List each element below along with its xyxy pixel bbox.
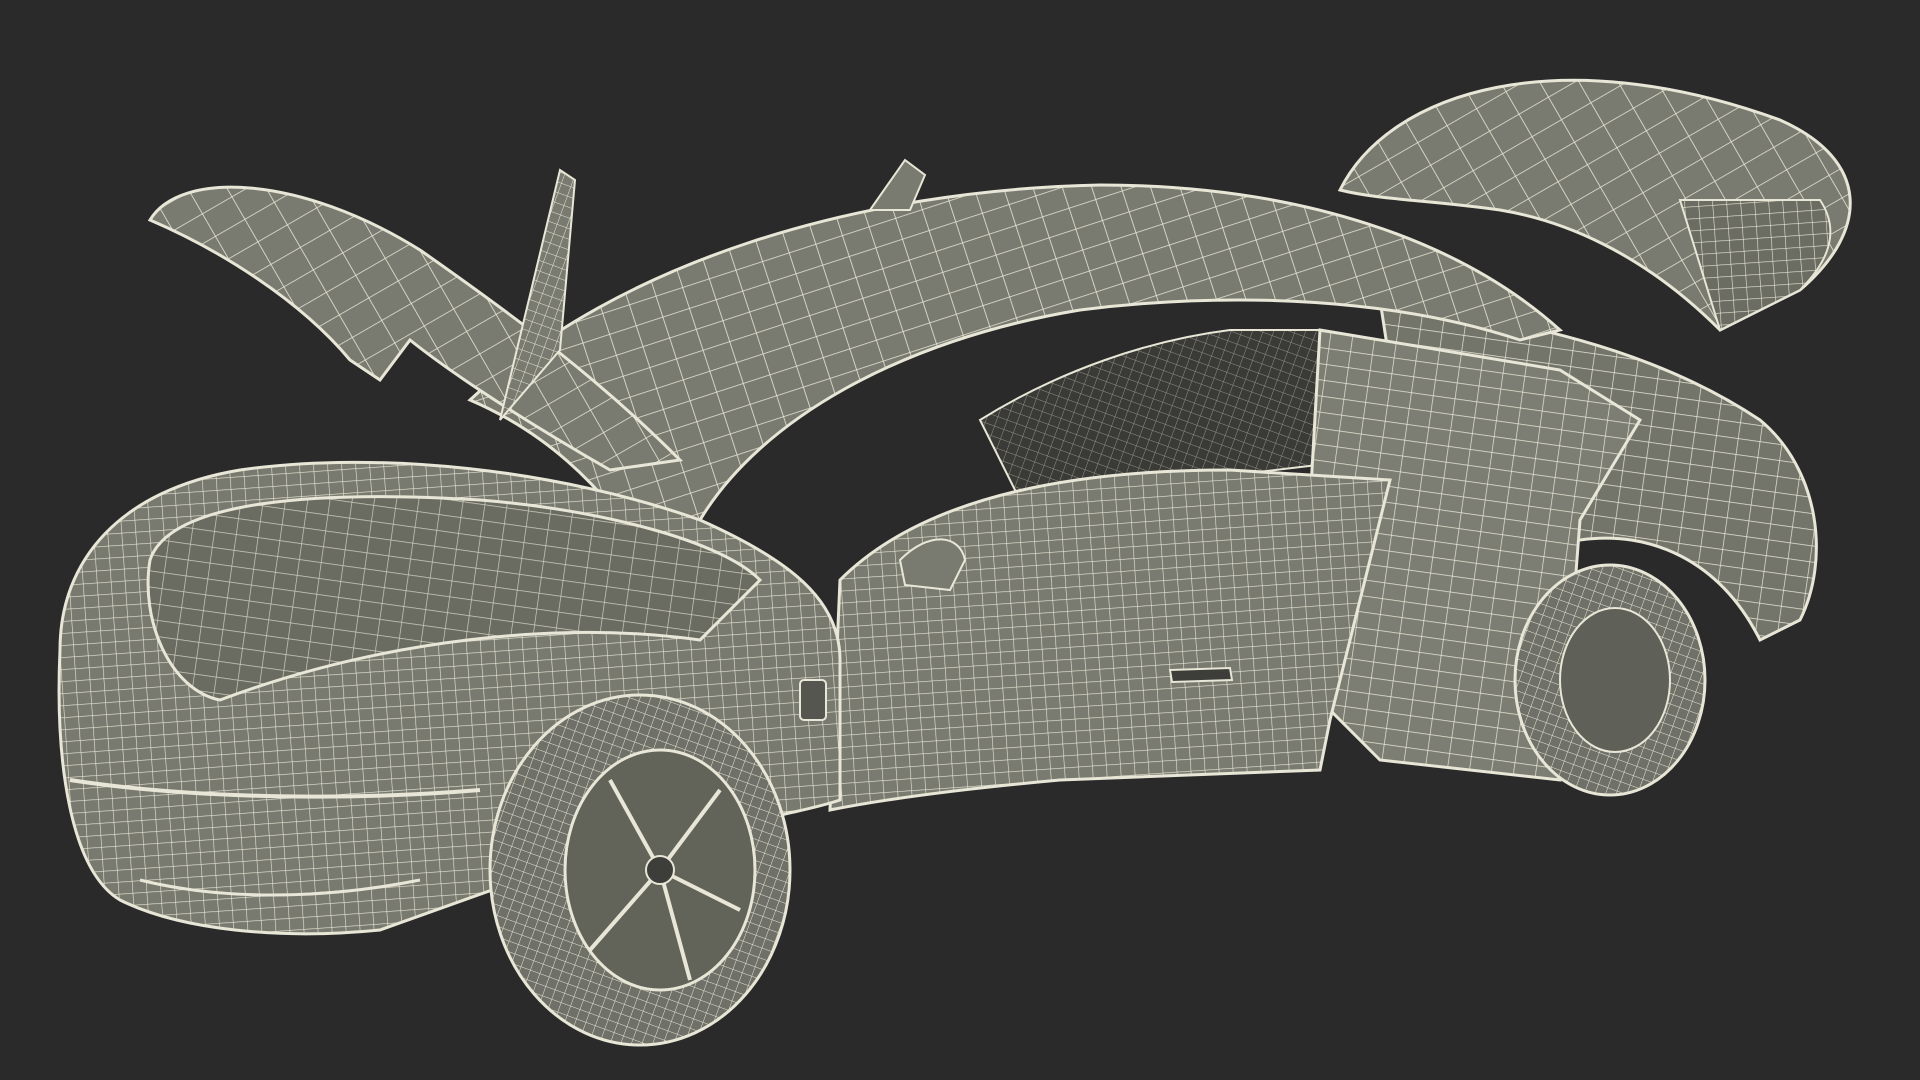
front-door-open (828, 468, 1392, 812)
render-viewport (0, 0, 1920, 1080)
fender-badge (799, 679, 827, 721)
door-handle-front (1168, 666, 1234, 684)
car-wireframe-model (57, 78, 1852, 1047)
rear-wheel (1513, 563, 1707, 797)
front-wheel (488, 693, 792, 1047)
wheel-hub (645, 855, 675, 885)
